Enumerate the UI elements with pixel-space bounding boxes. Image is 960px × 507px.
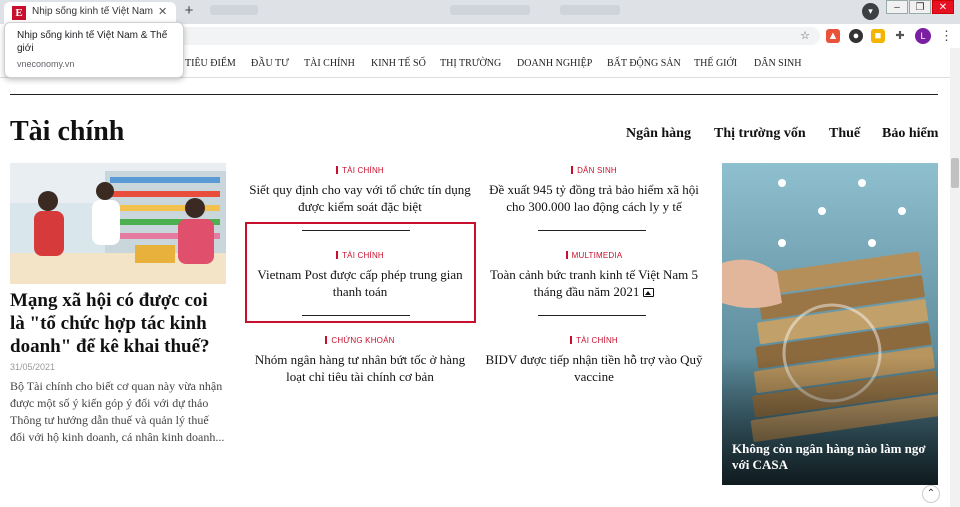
lead-article-date: 31/05/2021 [10, 362, 56, 372]
nav-item-the-gioi[interactable]: THẾ GIỚI [694, 58, 737, 69]
close-window-button[interactable]: ✕ [932, 0, 954, 14]
article-separator [538, 230, 646, 231]
article-separator [302, 315, 410, 316]
tooltip-title: Nhịp sống kinh tế Việt Nam & Thế giới [17, 30, 168, 54]
category-label[interactable]: MULTIMEDIA [478, 251, 710, 260]
scrollbar-thumb[interactable] [951, 158, 959, 188]
tab-title: Nhịp sống kinh tế Việt Nam & Thế giới [32, 6, 154, 17]
maximize-button[interactable]: ❐ [909, 0, 931, 14]
nav-item-tai-chinh[interactable]: TÀI CHÍNH [304, 58, 355, 69]
category-label[interactable]: TÀI CHÍNH [244, 166, 476, 175]
tab-strip: E Nhịp sống kinh tế Việt Nam & Thế giới … [0, 0, 960, 24]
extensions-puzzle-icon[interactable]: ✚ [893, 29, 907, 43]
nav-item-doanh-nghiep[interactable]: DOANH NGHIỆP [517, 58, 592, 69]
sub-link-thi-truong-von[interactable]: Thị trường vốn [714, 126, 806, 142]
category-label[interactable]: CHỨNG KHOÁN [244, 336, 476, 345]
sub-link-ngan-hang[interactable]: Ngân hàng [626, 126, 691, 142]
feature-image [722, 163, 938, 485]
feature-article[interactable]: Không còn ngân hàng nào làm ngơ với CASA [722, 163, 938, 485]
section-title[interactable]: Tài chính [10, 116, 124, 148]
nav-item-bat-dong-san[interactable]: BẤT ĐỘNG SẢN [607, 58, 681, 69]
bookmark-star-icon[interactable]: ☆ [798, 29, 812, 43]
article-card-highlighted[interactable]: TÀI CHÍNH Vietnam Post được cấp phép tru… [244, 251, 476, 300]
nav-item-thi-truong[interactable]: THỊ TRƯỜNG [440, 58, 501, 69]
background-tab[interactable] [210, 5, 258, 15]
article-title[interactable]: BIDV được tiếp nhận tiền hỗ trợ vào Quỹ … [478, 351, 710, 385]
sub-link-thue[interactable]: Thuế [829, 126, 860, 142]
lead-article-image[interactable] [10, 163, 226, 284]
article-title[interactable]: Siết quy định cho vay với tổ chức tín dụ… [244, 181, 476, 215]
section-divider [10, 94, 938, 95]
tab-close-icon[interactable]: ✕ [158, 5, 167, 18]
nav-item-tieu-diem[interactable]: TIÊU ĐIỂM [185, 58, 236, 69]
category-label[interactable]: DÂN SINH [478, 166, 710, 175]
feature-article-title[interactable]: Không còn ngân hàng nào làm ngơ với CASA [732, 441, 932, 473]
article-title[interactable]: Nhóm ngân hàng tư nhân bứt tốc ở hàng lo… [244, 351, 476, 385]
category-label[interactable]: TÀI CHÍNH [478, 336, 710, 345]
new-tab-button[interactable]: + [180, 3, 198, 21]
tab-hover-tooltip: Nhịp sống kinh tế Việt Nam & Thế giới vn… [4, 22, 184, 78]
background-tab[interactable] [450, 5, 530, 15]
page-scrollbar[interactable] [950, 48, 960, 507]
article-card[interactable]: DÂN SINH Đề xuất 945 tỷ đồng trả bảo hiể… [478, 166, 710, 215]
nav-item-dau-tu[interactable]: ĐẦU TƯ [251, 58, 289, 69]
browser-menu-icon[interactable]: ⋮ [940, 28, 953, 44]
tab-search-icon[interactable]: ▾ [862, 3, 879, 20]
nav-item-dan-sinh[interactable]: DÂN SINH [754, 58, 802, 69]
article-card[interactable]: MULTIMEDIA Toàn cảnh bức tranh kinh tế V… [478, 251, 710, 300]
sub-link-bao-hiem[interactable]: Bảo hiểm [882, 126, 938, 142]
background-tab[interactable] [560, 5, 620, 15]
gallery-icon [643, 288, 655, 297]
article-card[interactable]: CHỨNG KHOÁN Nhóm ngân hàng tư nhân bứt t… [244, 336, 476, 385]
category-label[interactable]: TÀI CHÍNH [244, 251, 476, 260]
article-separator [538, 315, 646, 316]
nav-item-kinh-te-so[interactable]: KINH TẾ SỐ [371, 58, 426, 69]
article-card[interactable]: TÀI CHÍNH Siết quy định cho vay với tổ c… [244, 166, 476, 215]
article-card[interactable]: TÀI CHÍNH BIDV được tiếp nhận tiền hỗ tr… [478, 336, 710, 385]
extension-chart-icon[interactable]: ▲ [826, 29, 840, 43]
article-title[interactable]: Toàn cảnh bức tranh kinh tế Việt Nam 5 t… [490, 267, 698, 299]
article-title[interactable]: Đề xuất 945 tỷ đồng trả bảo hiểm xã hội … [478, 181, 710, 215]
extension-note-icon[interactable]: ■ [871, 29, 885, 43]
lead-article-title[interactable]: Mạng xã hội có được coi là "tổ chức hợp … [10, 289, 226, 358]
scroll-to-top-button[interactable]: ⌃ [922, 485, 940, 503]
article-title-wrap[interactable]: Toàn cảnh bức tranh kinh tế Việt Nam 5 t… [478, 266, 710, 300]
tooltip-url: vneconomy.vn [17, 59, 75, 69]
article-title[interactable]: Vietnam Post được cấp phép trung gian th… [244, 266, 476, 300]
active-tab[interactable]: E Nhịp sống kinh tế Việt Nam & Thế giới … [4, 2, 176, 24]
lead-article-summary: Bộ Tài chính cho biết cơ quan này vừa nh… [10, 379, 225, 444]
address-bar[interactable] [130, 27, 820, 45]
extension-shield-icon[interactable]: ● [849, 29, 863, 43]
minimize-button[interactable]: – [886, 0, 908, 14]
profile-avatar[interactable]: L [915, 28, 931, 44]
site-favicon-icon: E [12, 6, 26, 20]
